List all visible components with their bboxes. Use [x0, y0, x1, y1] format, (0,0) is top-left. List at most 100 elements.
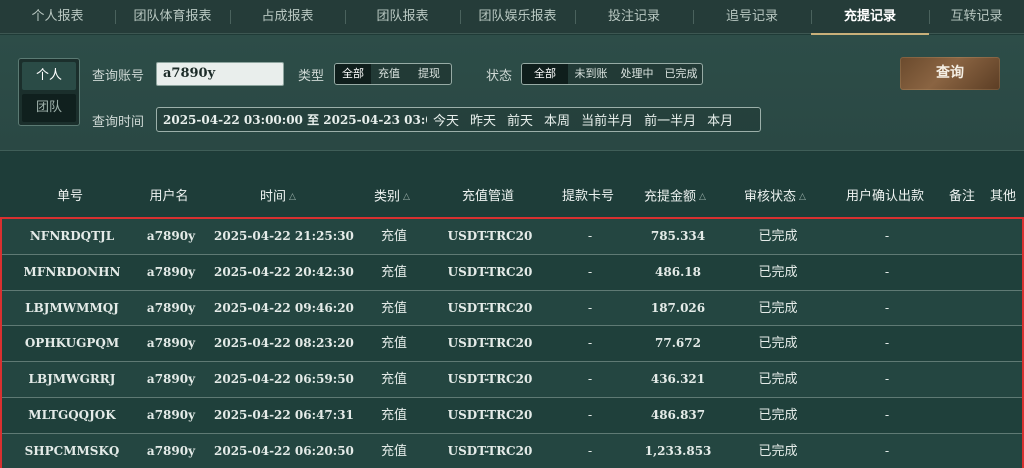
- cell-category: 充值: [380, 336, 407, 352]
- cell-username: a7890y: [146, 372, 196, 387]
- table-row[interactable]: SHPCMMSKQ a7890y 2025-04-22 06:20:50 充值 USDT…: [2, 433, 1022, 468]
- time-range-picker: 2025-04-22 03:00:00 至 2025-04-23 03:00: …: [156, 107, 761, 132]
- sort-icon[interactable]: △: [289, 178, 296, 216]
- cell-username: a7890y: [146, 300, 196, 315]
- cell-amount: 486.837: [650, 408, 706, 422]
- cell-time: 2025-04-22 20:42:30: [214, 264, 354, 279]
- account-label: 查询账号: [92, 69, 145, 84]
- tab-bet-records[interactable]: 投注记录: [575, 0, 693, 34]
- tab-team-sports-report[interactable]: 团队体育报表: [115, 0, 230, 34]
- sort-icon[interactable]: △: [799, 178, 806, 216]
- cell-review-status: 已完成: [758, 408, 798, 423]
- type-selector: 全部 充值 提现: [334, 63, 452, 85]
- type-option-all[interactable]: 全部: [335, 64, 371, 84]
- report-tab-bar: 个人报表 团队体育报表 占成报表 团队报表 团队娱乐报表 投注记录 追号记录 充…: [0, 0, 1024, 35]
- tab-share-report[interactable]: 占成报表: [230, 0, 345, 34]
- tab-personal-report[interactable]: 个人报表: [0, 0, 115, 34]
- account-input[interactable]: a7890y: [156, 62, 284, 86]
- cell-user-confirm: -: [884, 300, 890, 315]
- header-amount-label: 充提金额: [644, 189, 697, 205]
- table-row[interactable]: LBJMWGRRJ a7890y 2025-04-22 06:59:50 充值 USDT…: [2, 362, 1022, 398]
- type-option-deposit[interactable]: 充值: [371, 64, 407, 84]
- cell-time: 2025-04-22 06:59:50: [214, 372, 354, 387]
- cell-amount: 486.18: [655, 264, 701, 279]
- cell-username: a7890y: [146, 443, 196, 458]
- cell-card-no: -: [587, 300, 593, 315]
- cell-username: a7890y: [146, 408, 196, 422]
- cell-channel: USDT-TRC20: [447, 264, 533, 279]
- cell-card-no: -: [587, 336, 593, 351]
- records-table: 单号 用户名 时间 △ 类别 △ 充值管道 提款卡号 充提金额 △ 审核状态 △ 用户确…: [0, 152, 1024, 468]
- header-remark: 备注: [948, 189, 975, 204]
- cell-order-no: SHPCMMSKQ: [24, 443, 120, 458]
- sort-icon[interactable]: △: [699, 178, 706, 216]
- table-row[interactable]: MFNRDONHN a7890y 2025-04-22 20:42:30 充值 USDT…: [2, 254, 1022, 291]
- header-time[interactable]: 时间 △: [228, 178, 328, 216]
- quick-range-yesterday[interactable]: 昨天: [470, 110, 496, 129]
- cell-time: 2025-04-22 06:20:50: [214, 443, 354, 458]
- cell-card-no: -: [587, 264, 593, 279]
- status-option-not-arrived[interactable]: 未到账: [568, 64, 614, 84]
- status-option-completed[interactable]: 已完成: [660, 64, 702, 84]
- header-username: 用户名: [149, 189, 189, 204]
- table-row[interactable]: MLTGQQJOK a7890y 2025-04-22 06:47:31 充值 USDT…: [2, 398, 1022, 434]
- cell-card-no: -: [587, 372, 593, 387]
- type-option-withdraw[interactable]: 提现: [407, 64, 451, 84]
- cell-order-no: MFNRDONHN: [23, 264, 121, 279]
- table-row[interactable]: LBJMWMMQJ a7890y 2025-04-22 09:46:20 充值 USDT…: [2, 290, 1022, 327]
- query-button[interactable]: 查询: [900, 57, 1000, 90]
- header-amount[interactable]: 充提金额 △: [630, 178, 720, 216]
- tab-team-entertainment-report[interactable]: 团队娱乐报表: [460, 0, 575, 34]
- tab-transfer-records[interactable]: 互转记录: [929, 0, 1024, 34]
- cell-time: 2025-04-22 08:23:20: [214, 336, 354, 351]
- quick-range-today[interactable]: 今天: [433, 110, 459, 129]
- tab-deposit-withdraw-records[interactable]: 充提记录: [811, 0, 929, 35]
- tab-chase-records[interactable]: 追号记录: [693, 0, 811, 34]
- cell-review-status: 已完成: [758, 229, 798, 244]
- cell-category: 充值: [380, 300, 407, 316]
- quick-range-current-half-month[interactable]: 当前半月: [581, 110, 633, 129]
- header-channel: 充值管道: [461, 189, 514, 204]
- cell-channel: USDT-TRC20: [447, 229, 533, 243]
- cell-order-no: NFNRDQTJL: [29, 229, 115, 243]
- cell-category: 充值: [380, 372, 407, 388]
- status-option-all[interactable]: 全部: [522, 64, 568, 84]
- cell-review-status: 已完成: [758, 264, 798, 280]
- quick-range-this-week[interactable]: 本周: [544, 110, 570, 129]
- status-label: 状态: [486, 69, 513, 84]
- quick-range-previous-half-month[interactable]: 前一半月: [644, 110, 696, 129]
- cell-category: 充值: [380, 264, 407, 280]
- quick-range-this-month[interactable]: 本月: [707, 110, 733, 129]
- status-option-processing[interactable]: 处理中: [614, 64, 660, 84]
- cell-card-no: -: [587, 229, 593, 243]
- cell-order-no: LBJMWMMQJ: [25, 300, 119, 315]
- cell-user-confirm: -: [884, 229, 890, 243]
- tab-team-report[interactable]: 团队报表: [345, 0, 460, 34]
- time-range-input[interactable]: 2025-04-22 03:00:00 至 2025-04-23 03:00:: [157, 111, 427, 128]
- header-time-label: 时间: [260, 189, 287, 205]
- time-label: 查询时间: [92, 115, 145, 130]
- cell-amount: 436.321: [650, 372, 706, 387]
- header-review-status[interactable]: 审核状态 △: [730, 178, 820, 216]
- cell-card-no: -: [587, 443, 593, 458]
- header-category[interactable]: 类别 △: [356, 178, 428, 216]
- cell-review-status: 已完成: [758, 372, 798, 388]
- cell-user-confirm: -: [884, 264, 890, 279]
- cell-amount: 187.026: [650, 300, 706, 315]
- header-other: 其他: [989, 189, 1016, 204]
- quick-range-day-before[interactable]: 前天: [507, 110, 533, 129]
- cell-time: 2025-04-22 21:25:30: [214, 229, 354, 243]
- filter-panel: 个人 团队 查询账号 a7890y 类型 全部 充值 提现 状态 全部 未到账 …: [0, 35, 1024, 151]
- scope-toggle: 个人 团队: [18, 58, 80, 126]
- cell-order-no: MLTGQQJOK: [28, 408, 116, 422]
- cell-category: 充值: [380, 229, 407, 244]
- scope-personal-button[interactable]: 个人: [22, 62, 76, 90]
- sort-icon[interactable]: △: [403, 178, 410, 216]
- header-order-no: 单号: [56, 189, 83, 204]
- cell-card-no: -: [587, 408, 593, 422]
- table-row[interactable]: NFNRDQTJL a7890y 2025-04-22 21:25:30 充值 USDT…: [2, 219, 1022, 255]
- scope-team-button[interactable]: 团队: [22, 94, 76, 122]
- table-row[interactable]: OPHKUGPQM a7890y 2025-04-22 08:23:20 充值 USDT…: [2, 326, 1022, 363]
- cell-category: 充值: [380, 408, 407, 423]
- cell-review-status: 已完成: [758, 336, 798, 352]
